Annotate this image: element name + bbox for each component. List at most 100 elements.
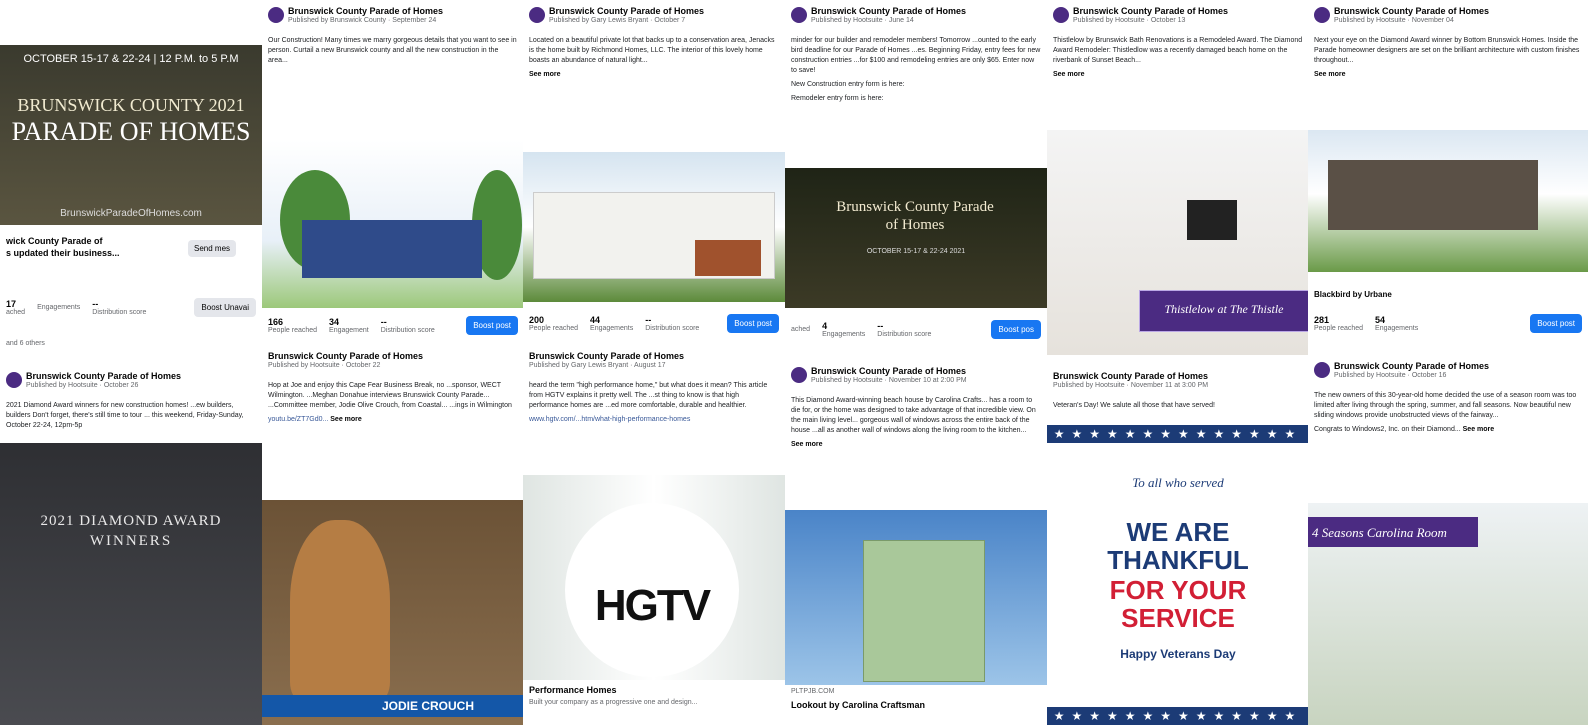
stat-engagements: 4 Engagements bbox=[822, 320, 866, 338]
page-name[interactable]: Brunswick County Parade of Homes bbox=[811, 6, 966, 16]
see-more-link[interactable]: See more bbox=[529, 71, 561, 78]
post-c2a: Brunswick County Parade of Homes Publish… bbox=[262, 0, 524, 345]
image-caption: Thistlelow at The Thistle bbox=[1164, 302, 1284, 316]
post-meta: Published by Gary Lewis Bryant · October… bbox=[549, 17, 686, 24]
see-more-link[interactable]: See more bbox=[1463, 426, 1495, 433]
column-5: Brunswick County Parade of Homes Publish… bbox=[1047, 0, 1309, 725]
boost-post-button[interactable]: Boost post bbox=[1530, 313, 1582, 333]
stat-distribution: -- Distribution score bbox=[877, 320, 932, 338]
page-name[interactable]: Brunswick County Parade of Homes bbox=[1334, 6, 1489, 16]
see-more-link[interactable]: See more bbox=[791, 441, 823, 448]
page-name[interactable]: Brunswick County Parade of Homes bbox=[1334, 361, 1489, 371]
hgtv-image[interactable]: HGTV bbox=[523, 475, 785, 680]
link-title[interactable]: Blackbird by Urbane bbox=[1314, 290, 1392, 299]
boost-unavailable-button[interactable]: Boost Unavai bbox=[194, 297, 256, 317]
page-avatar-icon bbox=[6, 372, 22, 388]
page-name[interactable]: Brunswick County Parade of Homes bbox=[529, 351, 684, 361]
house-shape bbox=[302, 220, 482, 278]
page-name[interactable]: Brunswick County Parade of Homes bbox=[268, 351, 423, 361]
see-more-link[interactable]: See more bbox=[1053, 71, 1085, 78]
post-c3a: Brunswick County Parade of Homes Publish… bbox=[523, 0, 785, 345]
name-tag: JODIE CROUCH bbox=[382, 699, 475, 713]
banner-title-2: PARADE OF HOMES bbox=[11, 117, 251, 146]
page-name[interactable]: Brunswick County Parade of Homes bbox=[549, 6, 704, 16]
page-avatar-icon bbox=[1314, 7, 1330, 23]
see-more-link[interactable]: See more bbox=[330, 416, 362, 423]
page-name[interactable]: Brunswick County Parade of Homes bbox=[1053, 371, 1208, 381]
post-text: Thistlelow by Brunswick Bath Renovations… bbox=[1053, 37, 1303, 64]
post-meta: Published by Gary Lewis Bryant · August … bbox=[529, 362, 666, 369]
post-meta: Published by Hootsuite · November 10 at … bbox=[811, 377, 967, 384]
stat-distribution: -- Distribution score bbox=[92, 298, 147, 316]
post-header: Brunswick County Parade of Homes Publish… bbox=[0, 365, 262, 399]
reactions-others: and 6 others bbox=[6, 340, 45, 347]
post-text: Our Construction! Many times we marry go… bbox=[268, 37, 517, 64]
page-avatar-icon bbox=[791, 367, 807, 383]
video-still-image[interactable]: JODIE CROUCH bbox=[262, 500, 524, 725]
column-4: Brunswick County Parade of Homes Publish… bbox=[785, 0, 1047, 725]
video-banner-image[interactable]: Brunswick County Parade of Homes OCTOBER… bbox=[785, 168, 1047, 308]
post-c6b: Brunswick County Parade of Homes Publish… bbox=[1308, 355, 1588, 725]
boost-post-button[interactable]: Boost pos bbox=[991, 319, 1041, 339]
post-meta: Published by Hootsuite · November 04 bbox=[1334, 17, 1454, 24]
link-title[interactable]: Performance Homes bbox=[529, 685, 617, 695]
page-name[interactable]: Brunswick County Parade of Homes bbox=[1073, 6, 1228, 16]
post-link[interactable]: youtu.be/ZT7Gd0... bbox=[268, 416, 328, 423]
post-link[interactable]: www.hgtv.com/...htm/what-high-performanc… bbox=[529, 416, 690, 423]
page-avatar-icon bbox=[529, 7, 545, 23]
boost-post-button[interactable]: Boost post bbox=[466, 315, 518, 335]
post-header: Brunswick County Parade of Homes Publish… bbox=[523, 345, 785, 379]
post-text: This Diamond Award-winning beach house b… bbox=[791, 397, 1036, 434]
house-shape bbox=[1328, 160, 1538, 230]
post-text: The new owners of this 30-year-old home … bbox=[1314, 392, 1577, 419]
stars-top-band: ★★★★★★★★★★★★★★ bbox=[1047, 425, 1309, 443]
post-c2b: Brunswick County Parade of Homes Publish… bbox=[262, 345, 524, 725]
post-c1a: OCTOBER 15-17 & 22-24 | 12 P.M. to 5 P.M… bbox=[0, 0, 262, 365]
post-collage: OCTOBER 15-17 & 22-24 | 12 P.M. to 5 P.M… bbox=[0, 0, 1588, 725]
post-meta: Published by Hootsuite · October 26 bbox=[26, 382, 139, 389]
house-shape bbox=[863, 540, 985, 682]
column-3: Brunswick County Parade of Homes Publish… bbox=[523, 0, 785, 725]
post-credit: Congrats to Windows2, Inc. on their Diam… bbox=[1314, 426, 1461, 433]
column-1: OCTOBER 15-17 & 22-24 | 12 P.M. to 5 P.M… bbox=[0, 0, 262, 725]
send-message-button[interactable]: Send mes bbox=[188, 240, 237, 257]
post-meta: Published by Hootsuite · October 22 bbox=[268, 362, 381, 369]
post-text: Located on a beautiful private lot that … bbox=[529, 37, 775, 64]
post-header: Brunswick County Parade of Homes Publish… bbox=[523, 0, 785, 34]
award-sub: WINNERS bbox=[89, 533, 173, 549]
post-meta: Published by Brunswick County · Septembe… bbox=[288, 17, 437, 24]
entry-link-1[interactable]: New Construction entry form is here: bbox=[785, 78, 1047, 92]
beach-house-photo bbox=[785, 510, 1047, 685]
see-more-link[interactable]: See more bbox=[1314, 71, 1346, 78]
entry-link-2[interactable]: Remodeler entry form is here: bbox=[785, 92, 1047, 106]
hgtv-wordmark: HGTV bbox=[594, 581, 711, 630]
thank-line-3: FOR YOUR bbox=[1109, 575, 1247, 605]
post-text: Hop at Joe and enjoy this Cape Fear Busi… bbox=[268, 382, 512, 409]
post-stats: 166 People reached 34 Engagement -- Distrib… bbox=[262, 310, 524, 340]
update-text: wick County Parade of bbox=[6, 236, 103, 246]
link-title[interactable]: Lookout by Carolina Craftsman bbox=[791, 700, 925, 710]
stat-reached: 166 People reached bbox=[268, 316, 318, 334]
banner-url: BrunswickParadeOfHomes.com bbox=[60, 208, 202, 219]
garage-door bbox=[695, 240, 761, 276]
post-c5a: Brunswick County Parade of Homes Publish… bbox=[1047, 0, 1309, 360]
tv-shape bbox=[1187, 200, 1237, 240]
post-text: heard the term "high performance home," … bbox=[529, 382, 768, 409]
stars-bottom-band: ★★★★★★★★★★★★★★ bbox=[1047, 707, 1309, 725]
post-c3b: Brunswick County Parade of Homes Publish… bbox=[523, 345, 785, 725]
boost-post-button[interactable]: Boost post bbox=[727, 313, 779, 333]
post-header: Brunswick County Parade of Homes Publish… bbox=[1047, 365, 1309, 399]
post-header: Brunswick County Parade of Homes Publish… bbox=[785, 0, 1047, 34]
page-name[interactable]: Brunswick County Parade of Homes bbox=[811, 366, 966, 376]
stat-engagements: 54 Engagements bbox=[1375, 314, 1419, 332]
post-header: Brunswick County Parade of Homes Publish… bbox=[785, 360, 1047, 394]
page-name[interactable]: Brunswick County Parade of Homes bbox=[26, 371, 181, 381]
thank-line-2: THANKFUL bbox=[1107, 545, 1249, 575]
stat-distribution: -- Distribution score bbox=[645, 314, 700, 332]
stat-reached: 17 ached bbox=[6, 298, 26, 316]
page-name[interactable]: Brunswick County Parade of Homes bbox=[288, 6, 443, 16]
video-dates: OCTOBER 15-17 & 22-24 2021 bbox=[866, 248, 966, 255]
post-header: Brunswick County Parade of Homes Publish… bbox=[1047, 0, 1309, 34]
award-image: 2021 DIAMOND AWARD WINNERS bbox=[0, 443, 262, 725]
see-more-row: See more bbox=[1308, 68, 1588, 82]
